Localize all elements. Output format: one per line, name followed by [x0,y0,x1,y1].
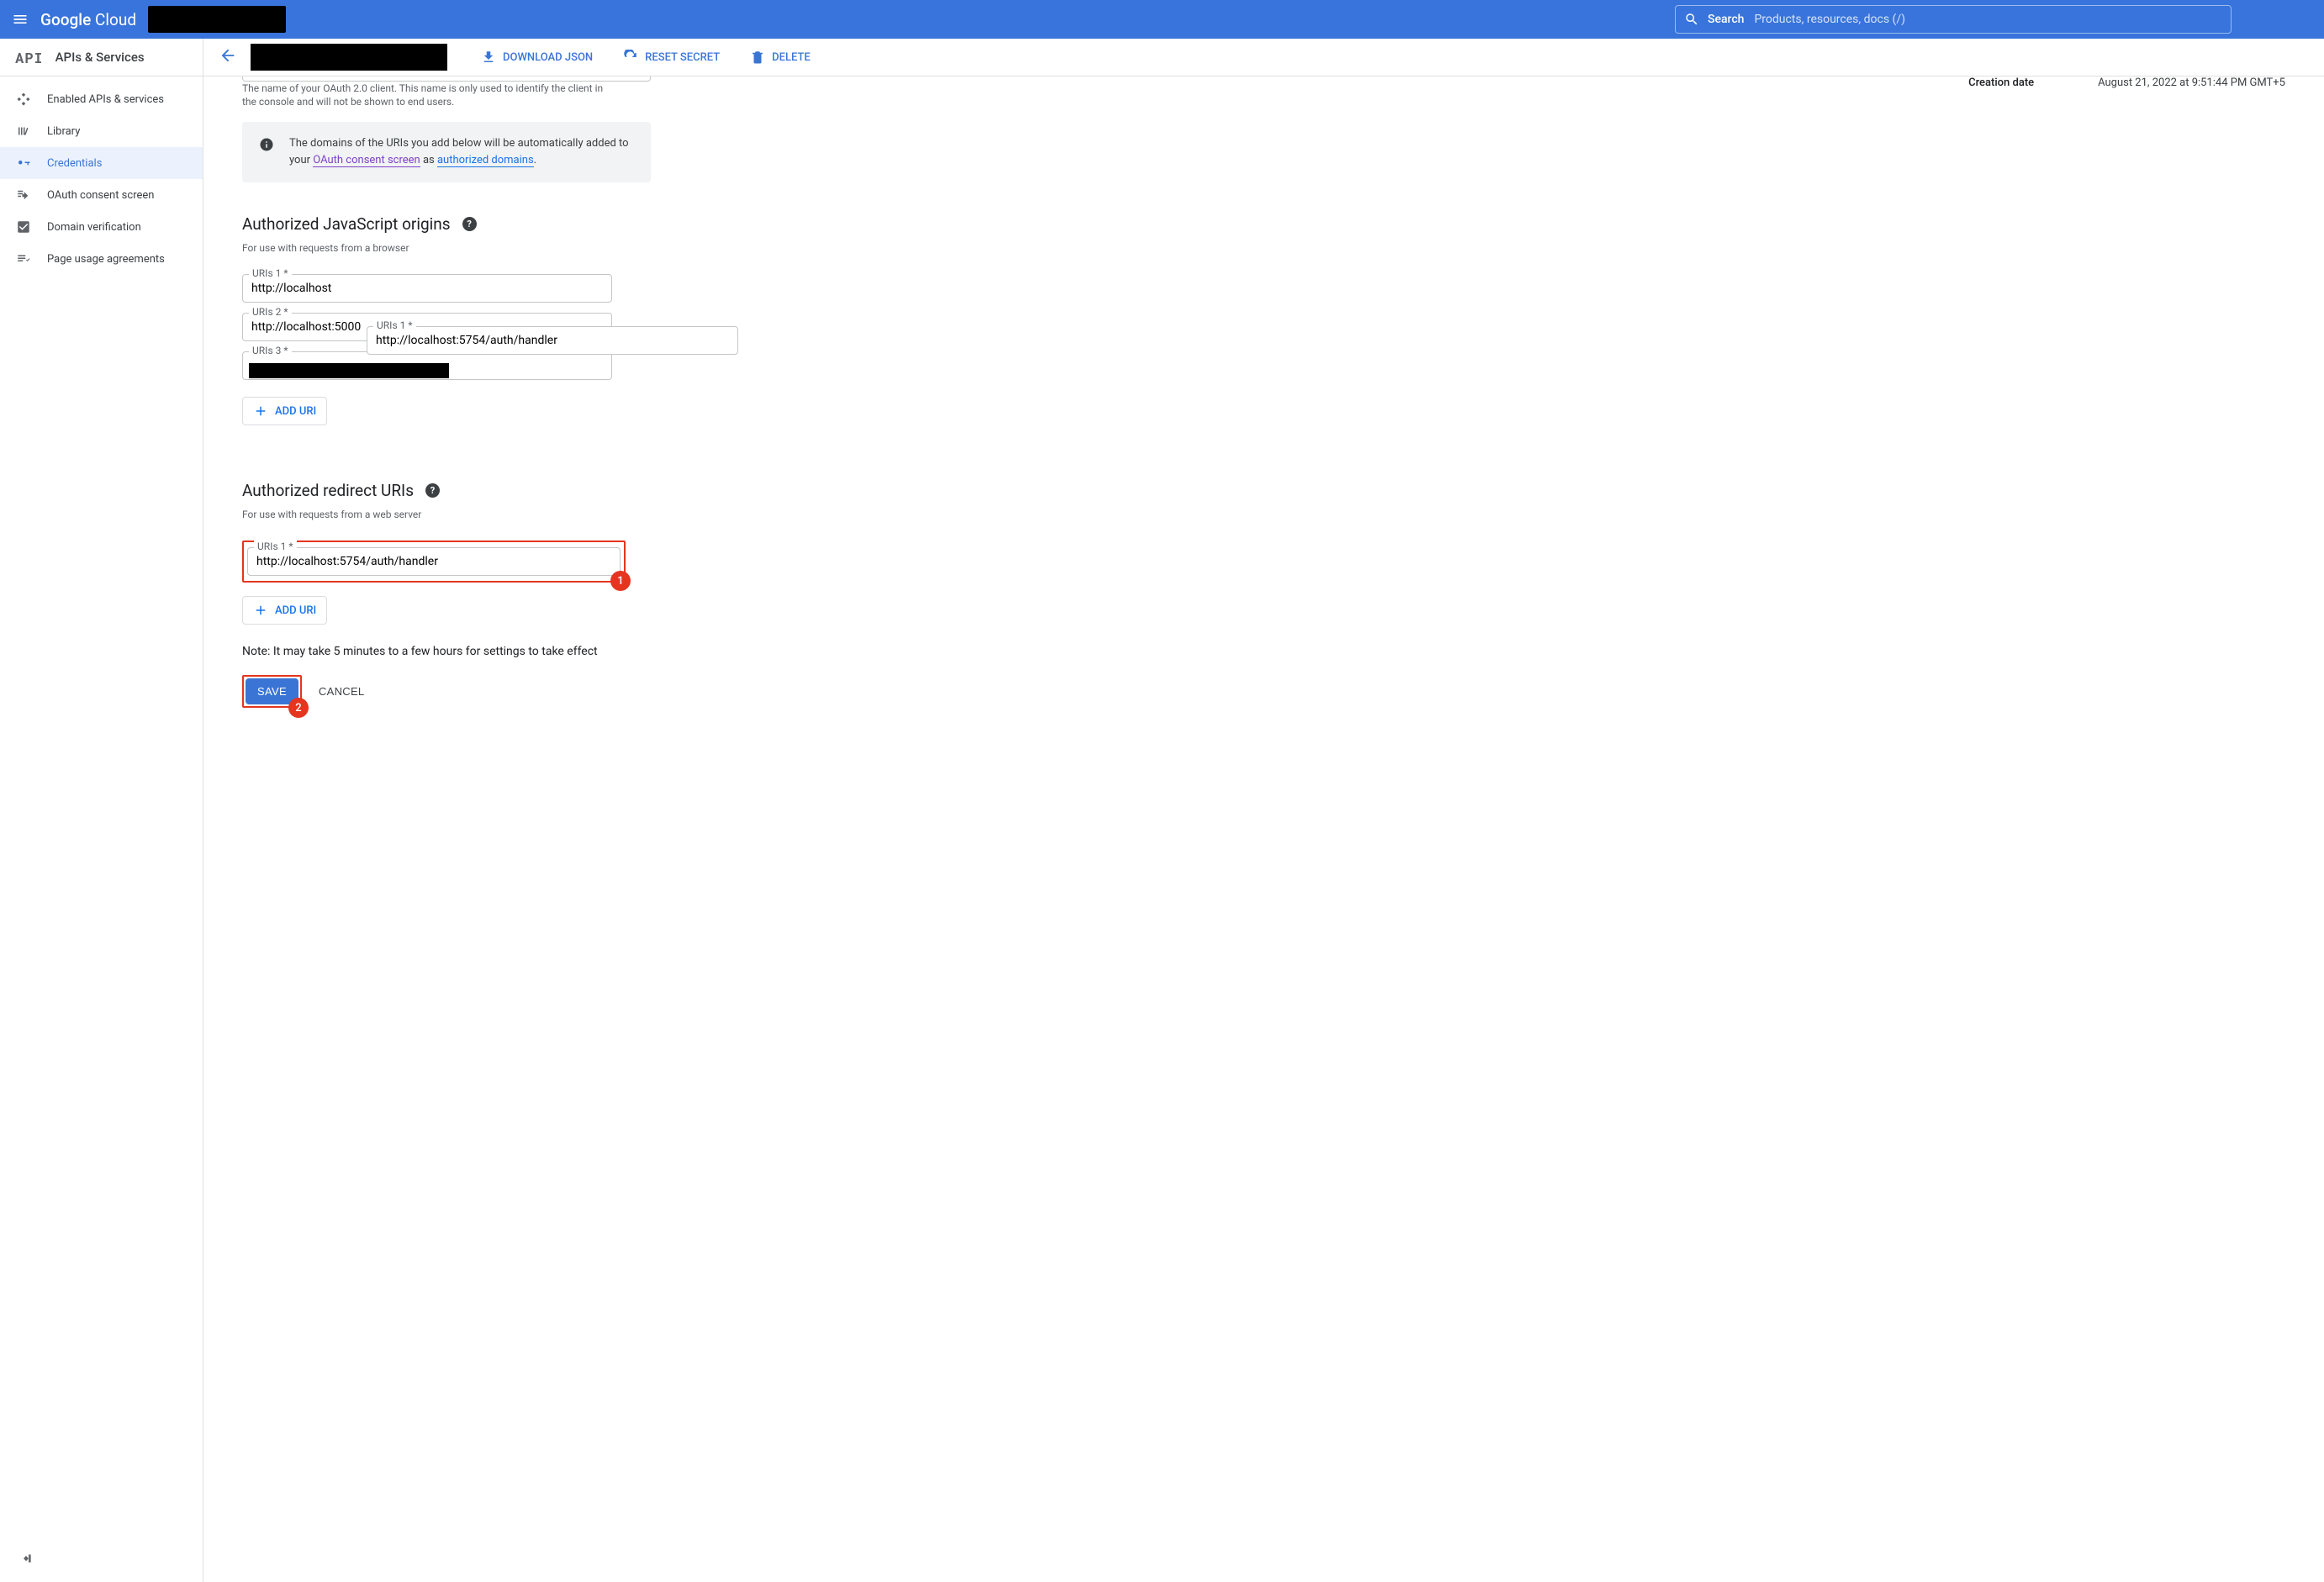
sidebar-item-label: Credentials [47,157,102,170]
js-origins-sub: For use with requests from a browser [242,242,2285,254]
sidebar-title: APIs & Services [55,50,145,65]
redirect-uri-field-1: URIs 1 * [247,547,621,576]
add-uri-label: ADD URI [275,604,316,617]
top-header: Google Cloud Search Products, resources,… [0,0,2324,39]
settings-note: Note: It may take 5 minutes to a few hou… [242,645,2285,658]
oauth-consent-link[interactable]: OAuth consent screen [313,154,420,167]
annotation-badge-2: 2 [288,698,309,718]
js-uri-field-1: URIs 1 * [242,274,612,303]
library-icon [15,123,32,140]
sidebar-item-oauth-consent[interactable]: OAuth consent screen [0,179,203,211]
sidebar-item-domain-verification[interactable]: Domain verification [0,211,203,243]
hamburger-icon[interactable] [12,11,29,28]
field-label: URIs 2 * [249,306,292,318]
save-highlight: SAVE 2 [242,675,302,708]
field-label: URIs 1 * [373,319,416,331]
action-bar: DOWNLOAD JSON RESET SECRET DELETE [203,39,2324,76]
sidebar-item-label: Domain verification [47,221,141,234]
delete-label: DELETE [772,51,811,64]
name-helper-text: The name of your OAuth 2.0 client. This … [242,82,612,108]
add-uri-label: ADD URI [275,405,316,418]
field-label: URIs 1 * [254,541,297,552]
gcp-logo[interactable]: Google Cloud [40,10,136,29]
plus-icon [253,403,268,419]
redacted-value [249,363,449,378]
js-uri-input-1[interactable] [242,274,612,303]
key-icon [15,155,32,171]
authorized-domains-link[interactable]: authorized domains [437,154,534,167]
button-row: SAVE 2 CANCEL [242,675,2285,708]
help-icon[interactable]: ? [462,217,477,231]
diamond-icon [15,91,32,108]
refresh-icon [623,50,638,65]
search-placeholder: Products, resources, docs (/) [1754,13,1905,26]
cancel-button[interactable]: CANCEL [319,685,365,698]
sidebar-item-credentials[interactable]: Credentials [0,147,203,179]
sidebar-item-enabled-apis[interactable]: Enabled APIs & services [0,83,203,115]
trash-icon [750,50,765,65]
consent-icon [15,187,32,203]
check-icon [15,219,32,235]
creation-date-row: Creation date August 21, 2022 at 9:51:44… [1968,76,2285,89]
creation-date-label: Creation date [1968,76,2098,89]
add-uri-button-redirect[interactable]: ADD URI [242,596,327,625]
redirect-uri-highlight: URIs 1 * 1 [242,541,626,583]
collapse-sidebar-icon[interactable] [20,1552,34,1569]
sidebar-header[interactable]: API APIs & Services [0,39,203,76]
sidebar-item-library[interactable]: Library [0,115,203,147]
redirect-uris-sub: For use with requests from a web server [242,509,2285,520]
search-label: Search [1708,13,1744,26]
redirect-uri-input-1[interactable] [247,547,621,576]
main-content: DOWNLOAD JSON RESET SECRET DELETE Creati… [203,39,2324,1582]
search-input[interactable]: Search Products, resources, docs (/) [1675,5,2232,34]
project-selector[interactable] [148,6,286,33]
field-label: URIs 1 * [249,267,292,279]
api-logo: API [15,48,44,67]
floating-uri-input[interactable] [367,326,738,355]
sidebar-item-label: Enabled APIs & services [47,93,164,106]
sidebar-item-page-usage[interactable]: Page usage agreements [0,243,203,275]
delete-button[interactable]: DELETE [750,50,811,65]
info-icon [259,137,274,156]
creation-date-value: August 21, 2022 at 9:51:44 PM GMT+5 [2098,76,2285,89]
sidebar-item-label: OAuth consent screen [47,189,154,202]
sidebar-item-label: Page usage agreements [47,253,165,266]
help-icon[interactable]: ? [425,483,440,498]
domains-info-box: The domains of the URIs you add below wi… [242,122,651,182]
domains-info-text: The domains of the URIs you add below wi… [289,135,634,169]
reset-secret-label: RESET SECRET [645,51,720,64]
client-name-redacted [251,44,447,71]
download-icon [481,50,496,65]
agreement-icon [15,250,32,267]
field-label: URIs 3 * [249,345,292,356]
annotation-badge-1: 1 [610,571,631,591]
reset-secret-button[interactable]: RESET SECRET [623,50,720,65]
sidebar-item-label: Library [47,125,80,138]
redirect-uris-title: Authorized redirect URIs ? [242,481,2285,500]
download-json-label: DOWNLOAD JSON [503,51,593,64]
search-icon [1684,12,1699,27]
plus-icon [253,603,268,618]
back-arrow-icon[interactable] [219,46,237,68]
download-json-button[interactable]: DOWNLOAD JSON [481,50,593,65]
sidebar: API APIs & Services Enabled APIs & servi… [0,39,203,1582]
js-origins-title: Authorized JavaScript origins ? [242,214,2285,234]
add-uri-button-js[interactable]: ADD URI [242,397,327,425]
floating-uri-field: URIs 1 * [367,326,738,355]
js-uri-field-3: URIs 3 * [242,351,612,380]
